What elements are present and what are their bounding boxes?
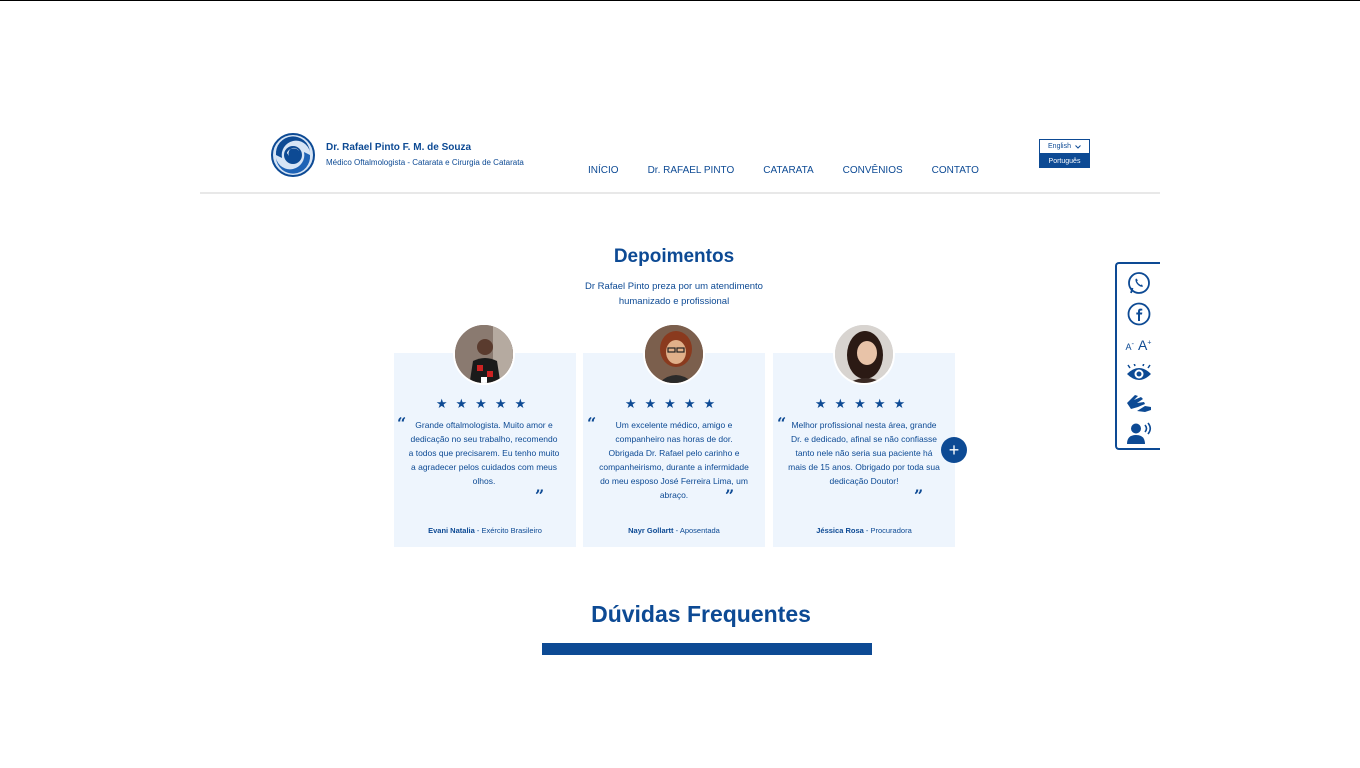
testimonial-author: Evani Natalia - Exército Brasileiro	[394, 526, 576, 535]
accessibility-panel: A- A+	[1115, 262, 1160, 450]
quote-open-icon: “	[777, 414, 787, 433]
rating-stars: ★★★★★	[435, 396, 535, 411]
nav-contato[interactable]: CONTATO	[932, 165, 979, 176]
facebook-icon	[1127, 302, 1150, 326]
avatar	[833, 323, 895, 385]
testimonial-author: Nayr Gollartt - Aposentada	[583, 526, 765, 535]
faq-item[interactable]	[542, 643, 872, 655]
author-name: Evani Natalia	[428, 526, 475, 535]
quote-open-icon: “	[397, 414, 407, 433]
quote-close-icon: ”	[914, 486, 924, 505]
site-header: Dr. Rafael Pinto F. M. de Souza Médico O…	[200, 120, 1160, 194]
language-selected: English	[1048, 143, 1071, 150]
nav-convenios[interactable]: CONVÊNIOS	[843, 165, 903, 176]
language-select[interactable]: English	[1039, 139, 1090, 154]
font-size-control: A- A+	[1117, 334, 1160, 356]
sign-language-button[interactable]	[1117, 390, 1160, 414]
nav-catarata[interactable]: CATARATA	[763, 165, 813, 176]
language-option-portugues[interactable]: Português	[1039, 154, 1090, 168]
testimonials-subtitle: Dr Rafael Pinto preza por um atendimento…	[585, 281, 763, 307]
avatar	[643, 323, 705, 385]
logo-icon[interactable]	[266, 132, 320, 178]
font-increase-button[interactable]: A+	[1138, 337, 1151, 353]
chevron-down-icon	[1075, 144, 1081, 149]
top-border	[0, 0, 1360, 1]
nav-inicio[interactable]: INÍCIO	[588, 165, 619, 176]
brand-name[interactable]: Dr. Rafael Pinto F. M. de Souza	[326, 142, 471, 153]
author-role: - Aposentada	[673, 526, 720, 535]
testimonial-author: Jéssica Rosa - Procuradora	[773, 526, 955, 535]
voice-reader-button[interactable]	[1117, 420, 1160, 446]
contrast-button[interactable]	[1117, 362, 1160, 386]
contrast-eye-icon	[1126, 364, 1151, 380]
quote-close-icon: ”	[725, 486, 735, 505]
author-role: - Procuradora	[863, 526, 912, 535]
author-role: - Exército Brasileiro	[474, 526, 542, 535]
testimonial-quote: Melhor profissional nesta área, grande D…	[788, 420, 940, 486]
voice-reader-icon	[1126, 422, 1151, 444]
rating-stars: ★★★★★	[624, 396, 724, 411]
whatsapp-button[interactable]	[1117, 270, 1160, 296]
whatsapp-icon	[1127, 272, 1150, 294]
testimonial-quote: Grande oftalmologista. Muito amor e dedi…	[408, 420, 560, 486]
faq-title: Dúvidas Frequentes	[591, 601, 811, 627]
brand-subtitle: Médico Oftalmologista - Catarata e Cirur…	[326, 158, 524, 167]
avatar	[453, 323, 515, 385]
author-name: Jéssica Rosa	[816, 526, 864, 535]
main-nav: INÍCIO Dr. RAFAEL PINTO CATARATA CONVÊNI…	[588, 165, 1008, 176]
author-name: Nayr Gollartt	[628, 526, 674, 535]
rating-stars: ★★★★★	[814, 396, 914, 411]
sign-language-icon	[1126, 395, 1151, 412]
language-selector: English Português	[1039, 139, 1090, 168]
carousel-next-button[interactable]: +	[941, 437, 967, 463]
facebook-button[interactable]	[1117, 301, 1160, 327]
nav-dr-rafael-pinto[interactable]: Dr. RAFAEL PINTO	[648, 165, 735, 176]
quote-close-icon: ”	[535, 486, 545, 505]
font-decrease-button[interactable]: A-	[1126, 339, 1135, 352]
quote-open-icon: “	[587, 414, 597, 433]
